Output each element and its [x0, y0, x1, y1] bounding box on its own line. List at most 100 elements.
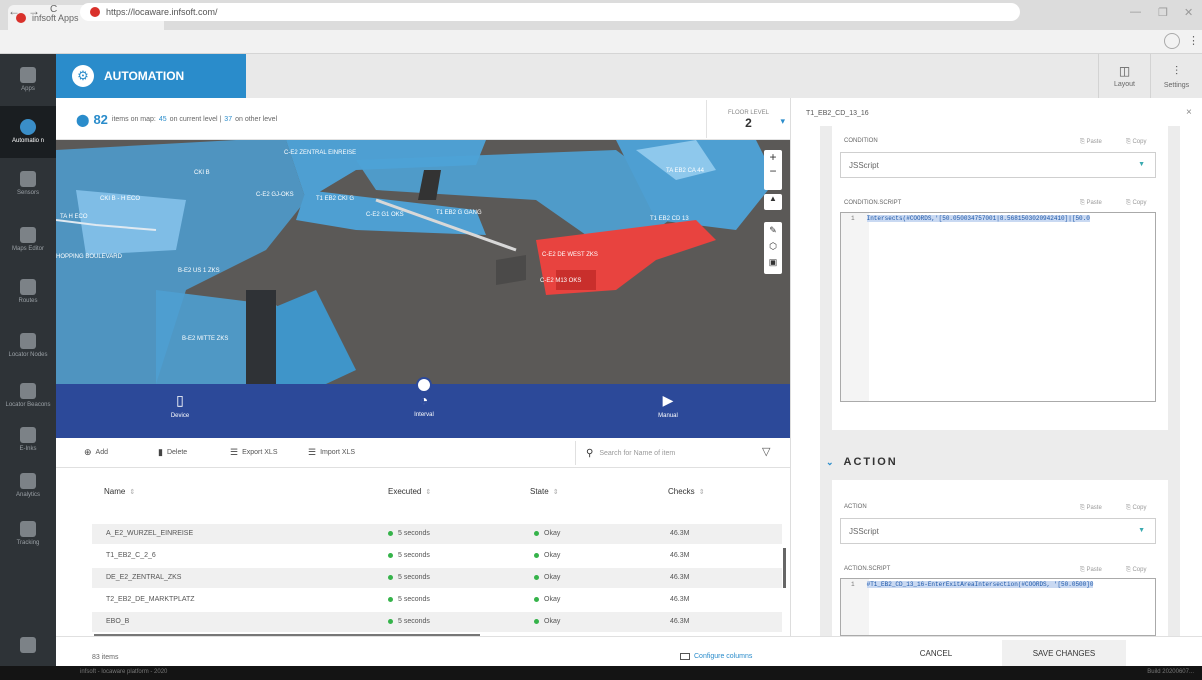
cell-state: Okay [534, 530, 560, 537]
settings-button[interactable]: ⫶ Settings [1150, 54, 1202, 98]
rail-item-locator-nodes[interactable]: Locator Nodes [0, 320, 56, 372]
cell-checks: 46.3M [670, 530, 690, 537]
configure-columns-link[interactable]: Configure columns [680, 653, 752, 660]
table-row[interactable]: A_E2_WURZEL_EINREISE 5 seconds Okay 46.3… [92, 524, 782, 544]
panel-resize-handle[interactable] [416, 377, 432, 393]
columns-icon [680, 653, 690, 660]
action-select[interactable]: JSScript ▼ [840, 518, 1156, 544]
table-row[interactable]: T2_EB2_DE_MARKTPLATZ 5 seconds Okay 46.3… [92, 590, 782, 610]
map-icon [20, 227, 36, 243]
table-row[interactable]: T1_EB2_C_2_6 5 seconds Okay 46.3M [92, 546, 782, 566]
rail-item-maps-editor[interactable]: Maps Editor [0, 214, 56, 266]
cell-executed: 5 seconds [388, 596, 430, 603]
floor-level-select[interactable]: FLOOR LEVEL 2 ▾ [706, 100, 790, 138]
copy-button[interactable]: ⎘ Copy [1126, 139, 1146, 146]
column-header-checks[interactable]: Checks ⇕ [668, 487, 705, 496]
copy-button[interactable]: ⎘ Copy [1126, 505, 1146, 512]
phone-icon: ▯ [176, 392, 184, 408]
url-field[interactable]: https://locaware.infsoft.com/ [80, 3, 1020, 21]
other-level-count: 37 [224, 116, 233, 123]
chevron-down-icon: ▼ [1138, 527, 1145, 534]
map-label: TA H ECO [60, 214, 88, 220]
cancel-button[interactable]: CANCEL [874, 640, 998, 666]
cell-checks: 46.3M [670, 574, 690, 581]
condition-select[interactable]: JSScript ▼ [840, 152, 1156, 178]
forward-button[interactable]: → [28, 4, 40, 18]
paste-button[interactable]: ⎘ Paste [1080, 139, 1102, 146]
maximize-icon[interactable]: ❐ [1158, 6, 1168, 19]
map-label: T1 EB2 G GANG [436, 210, 482, 216]
play-icon: ▶ [662, 392, 674, 408]
rail-item-sensors[interactable]: Sensors [0, 158, 56, 210]
rail-item-e-inks[interactable]: E-Inks [0, 414, 56, 466]
layout-button[interactable]: ◫ Layout [1098, 54, 1150, 98]
map-item-summary: ⬤ 82 items on map: 45 on current level |… [76, 112, 277, 127]
search-input[interactable]: ⚲ Search for Name of item [575, 441, 755, 465]
items-count: 83 items [92, 654, 119, 661]
sort-icon: ⇕ [552, 489, 559, 496]
column-header-state[interactable]: State ⇕ [530, 487, 559, 496]
zoom-controls: + − [764, 150, 782, 190]
action-script-editor[interactable]: 1 #T1_EB2_CD_13_16-EnterExitAreaIntersect… [840, 578, 1156, 636]
rail-item-analytics[interactable]: Analytics [0, 460, 56, 512]
logout-button[interactable] [0, 630, 56, 660]
mode-manual[interactable]: ▶ Manual [628, 392, 708, 419]
page-title: AUTOMATION [104, 69, 185, 83]
trash-icon: ▮ [158, 447, 163, 457]
minimize-icon[interactable]: — [1130, 6, 1141, 18]
export-xls-button[interactable]: ☰ Export XLS [230, 447, 278, 458]
rail-item-apps[interactable]: Apps [0, 54, 56, 106]
copy-button[interactable]: ⎘ Copy [1126, 200, 1146, 207]
beacon-icon [20, 383, 36, 399]
panel-title: T1_EB2_CD_13_16 [806, 110, 869, 117]
copy-button[interactable]: ⎘ Copy [1126, 567, 1146, 574]
panel-close-icon[interactable]: × [1186, 107, 1192, 118]
paste-button[interactable]: ⎘ Paste [1080, 505, 1102, 512]
mode-interval[interactable]: ◔ Interval [384, 392, 464, 418]
ruler-icon[interactable]: ✎ [764, 222, 782, 238]
table-row[interactable]: EBO_B 5 seconds Okay 46.3M [92, 612, 782, 632]
zoom-in-button[interactable]: + [764, 150, 782, 164]
reload-button[interactable]: C [50, 4, 57, 15]
cell-executed: 5 seconds [388, 618, 430, 625]
cube-icon[interactable]: ⬡ [764, 238, 782, 254]
window-close-icon[interactable]: ✕ [1184, 6, 1193, 19]
map-label: TA EB2 CA 44 [666, 168, 704, 174]
add-button[interactable]: ⊕ Add [84, 447, 108, 458]
zoom-out-button[interactable]: − [764, 164, 782, 178]
other-level-text: on other level [235, 116, 278, 123]
rail-item-automation[interactable]: Automatio n [0, 106, 56, 158]
rail-item-routes[interactable]: Routes [0, 266, 56, 318]
action-section-header[interactable]: ⌄ ACTION [826, 456, 898, 468]
cell-state: Okay [534, 552, 560, 559]
status-dot [534, 574, 539, 580]
camera-icon[interactable]: ▣ [764, 254, 782, 270]
compass-icon[interactable]: ▲ [764, 194, 782, 210]
url-text: https://locaware.infsoft.com/ [106, 7, 218, 17]
table-vertical-scrollbar[interactable] [783, 548, 786, 588]
map-label: T1 EB2 CD 13 [650, 216, 689, 222]
paste-button[interactable]: ⎘ Paste [1080, 567, 1102, 574]
status-dot [388, 530, 393, 536]
filter-icon[interactable]: ▽ [762, 445, 770, 458]
list-icon: ☰ [230, 447, 239, 457]
back-button[interactable]: ← [8, 4, 20, 18]
condition-script-editor[interactable]: 1 Intersects(#COORDS,'[50.050034757001|8.… [840, 212, 1156, 402]
delete-button[interactable]: ▮ Delete [158, 447, 187, 458]
cell-state: Okay [534, 618, 560, 625]
paste-button[interactable]: ⎘ Paste [1080, 200, 1102, 207]
chevron-down-icon: ⌄ [826, 457, 836, 467]
column-header-name[interactable]: Name ⇕ [104, 487, 135, 496]
browser-menu-icon[interactable]: ⋮ [1188, 34, 1199, 47]
import-xls-button[interactable]: ☰ Import XLS [308, 447, 355, 458]
table-row[interactable]: DE_E2_ZENTRAL_ZKS 5 seconds Okay 46.3M [92, 568, 782, 588]
profile-icon[interactable] [1164, 33, 1180, 49]
action-label: ACTION [844, 504, 867, 510]
rail-item-tracking[interactable]: Tracking [0, 508, 56, 560]
mode-device[interactable]: ▯ Device [140, 392, 220, 419]
map-label: B-E2 MITTE ZKS [182, 336, 229, 342]
column-header-executed[interactable]: Executed ⇕ [388, 487, 431, 496]
save-changes-button[interactable]: SAVE CHANGES [1002, 640, 1126, 666]
indoor-map[interactable]: C-E2 ZENTRAL EINREISE CKI B CKI B - H EC… [56, 140, 790, 384]
cell-executed: 5 seconds [388, 574, 430, 581]
